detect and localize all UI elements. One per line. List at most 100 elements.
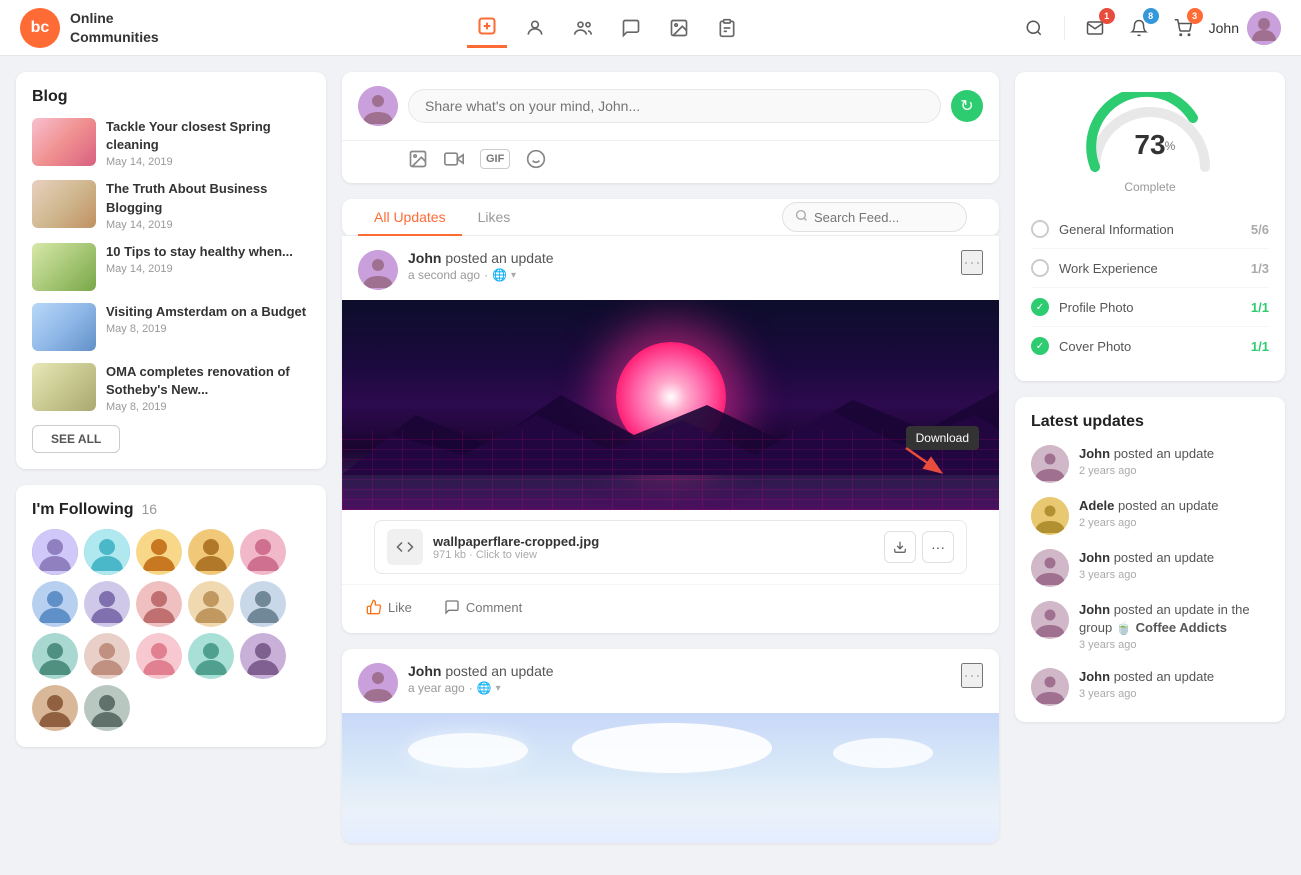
following-avatar[interactable] — [84, 685, 130, 731]
main-nav — [199, 8, 1016, 48]
attachment-wrap: wallpaperflare-cropped.jpg 971 kb · Clic… — [342, 510, 999, 574]
following-avatar[interactable] — [188, 529, 234, 575]
logo[interactable]: bc Online Communities — [20, 8, 159, 48]
attachment-icon — [387, 529, 423, 565]
update-avatar-3 — [1031, 549, 1069, 587]
following-avatar[interactable] — [136, 581, 182, 627]
following-avatar[interactable] — [240, 581, 286, 627]
page-layout: Blog Tackle Your closest Spring cleaning… — [0, 56, 1301, 875]
following-avatar[interactable] — [136, 529, 182, 575]
blog-title-5: OMA completes renovation of Sotheby's Ne… — [106, 363, 310, 399]
update-item-1[interactable]: John posted an update 2 years ago — [1031, 445, 1269, 483]
ci-radio-work — [1031, 259, 1049, 277]
blog-title-4: Visiting Amsterdam on a Budget — [106, 303, 310, 321]
update-item-4[interactable]: John posted an update in the group 🍵 Cof… — [1031, 601, 1269, 654]
ci-label-photo: Profile Photo — [1059, 300, 1241, 315]
post-privacy-dropdown-2[interactable]: ▾ — [496, 683, 501, 694]
post-image-1: Download — [342, 300, 999, 510]
following-avatar[interactable] — [188, 633, 234, 679]
feed-search-input[interactable] — [814, 210, 954, 225]
nav-clipboard-btn[interactable] — [707, 8, 747, 48]
comment-btn-1[interactable]: Comment — [436, 595, 530, 619]
following-avatar[interactable] — [32, 581, 78, 627]
search-btn[interactable] — [1016, 10, 1052, 46]
ci-check-cover: ✓ — [1031, 337, 1049, 355]
user-name-label: John — [1209, 20, 1239, 36]
post-more-btn-2[interactable]: ··· — [961, 663, 983, 688]
blog-item[interactable]: The Truth About Business Blogging May 14… — [32, 180, 310, 230]
blog-thumb-4 — [32, 303, 96, 351]
blog-item[interactable]: Visiting Amsterdam on a Budget May 8, 20… — [32, 303, 310, 351]
following-avatar[interactable] — [32, 529, 78, 575]
completion-label: Complete — [1031, 180, 1269, 194]
tab-likes[interactable]: Likes — [462, 199, 527, 235]
post-privacy-1: 🌐 — [492, 268, 507, 282]
feed-tabs-container: All Updates Likes — [342, 199, 999, 236]
post-privacy-dropdown-1[interactable]: ▾ — [511, 270, 516, 281]
following-avatar[interactable] — [240, 529, 286, 575]
following-avatar[interactable] — [84, 581, 130, 627]
emoji-btn[interactable] — [526, 149, 546, 169]
attachment-bar: wallpaperflare-cropped.jpg 971 kb · Clic… — [374, 520, 967, 574]
notifications-btn[interactable]: 8 — [1121, 10, 1157, 46]
see-all-button[interactable]: SEE ALL — [32, 425, 120, 453]
comment-label-1: Comment — [466, 600, 522, 615]
following-avatar[interactable] — [84, 633, 130, 679]
logo-icon: bc — [20, 8, 60, 48]
following-card: I'm Following 16 — [16, 485, 326, 747]
blog-date-5: May 8, 2019 — [106, 401, 310, 413]
messages-btn[interactable]: 1 — [1077, 10, 1113, 46]
feed-search-wrap — [782, 202, 983, 232]
nav-people-btn[interactable] — [563, 8, 603, 48]
refresh-btn[interactable]: ↻ — [951, 90, 983, 122]
ci-label-cover: Cover Photo — [1059, 339, 1241, 354]
composer-avatar — [358, 86, 398, 126]
cart-btn[interactable]: 3 — [1165, 10, 1201, 46]
following-avatar[interactable] — [32, 633, 78, 679]
post-avatar-1 — [358, 250, 398, 290]
nav-add-btn[interactable] — [467, 8, 507, 48]
post-avatar-2 — [358, 663, 398, 703]
update-text-5: John posted an update 3 years ago — [1079, 668, 1269, 703]
update-text-3: John posted an update 3 years ago — [1079, 549, 1269, 584]
attachment-more-btn[interactable]: ··· — [922, 531, 954, 563]
ci-label-general: General Information — [1059, 222, 1241, 237]
composer-input[interactable] — [408, 89, 941, 123]
video-upload-btn[interactable] — [444, 149, 464, 169]
composer-card: ↻ GIF — [342, 72, 999, 183]
post-meta-1: John posted an update a second ago · 🌐 ▾ — [408, 250, 961, 282]
nav-chat-btn[interactable] — [611, 8, 651, 48]
ci-radio-general — [1031, 220, 1049, 238]
following-avatar[interactable] — [84, 529, 130, 575]
update-text-2: Adele posted an update 2 years ago — [1079, 497, 1269, 532]
nav-gallery-btn[interactable] — [659, 8, 699, 48]
tab-all-updates[interactable]: All Updates — [358, 199, 462, 235]
like-btn-1[interactable]: Like — [358, 595, 420, 619]
update-item-3[interactable]: John posted an update 3 years ago — [1031, 549, 1269, 587]
following-avatar[interactable] — [188, 581, 234, 627]
post-more-btn-1[interactable]: ··· — [961, 250, 983, 275]
following-avatar[interactable] — [32, 685, 78, 731]
update-item-5[interactable]: John posted an update 3 years ago — [1031, 668, 1269, 706]
profile-completion-card: 73 % Complete General Information 5/6 Wo… — [1015, 72, 1285, 381]
like-label-1: Like — [388, 600, 412, 615]
blog-thumb-1 — [32, 118, 96, 166]
update-item-2[interactable]: Adele posted an update 2 years ago — [1031, 497, 1269, 535]
following-avatar[interactable] — [136, 633, 182, 679]
nav-profile-btn[interactable] — [515, 8, 555, 48]
update-text-1: John posted an update 2 years ago — [1079, 445, 1269, 480]
ci-label-work: Work Experience — [1059, 261, 1241, 276]
photo-upload-btn[interactable] — [408, 149, 428, 169]
blog-item[interactable]: OMA completes renovation of Sotheby's Ne… — [32, 363, 310, 413]
blog-thumb-3 — [32, 243, 96, 291]
gif-btn[interactable]: GIF — [480, 149, 510, 169]
svg-text:%: % — [1165, 139, 1176, 153]
blog-item[interactable]: Tackle Your closest Spring cleaning May … — [32, 118, 310, 168]
download-btn[interactable] — [884, 531, 916, 563]
user-info[interactable]: John — [1209, 11, 1281, 45]
download-arrow-indicator — [901, 443, 951, 478]
post-header-1: John posted an update a second ago · 🌐 ▾… — [342, 236, 999, 300]
update-avatar-5 — [1031, 668, 1069, 706]
blog-item[interactable]: 10 Tips to stay healthy when... May 14, … — [32, 243, 310, 291]
following-avatar[interactable] — [240, 633, 286, 679]
